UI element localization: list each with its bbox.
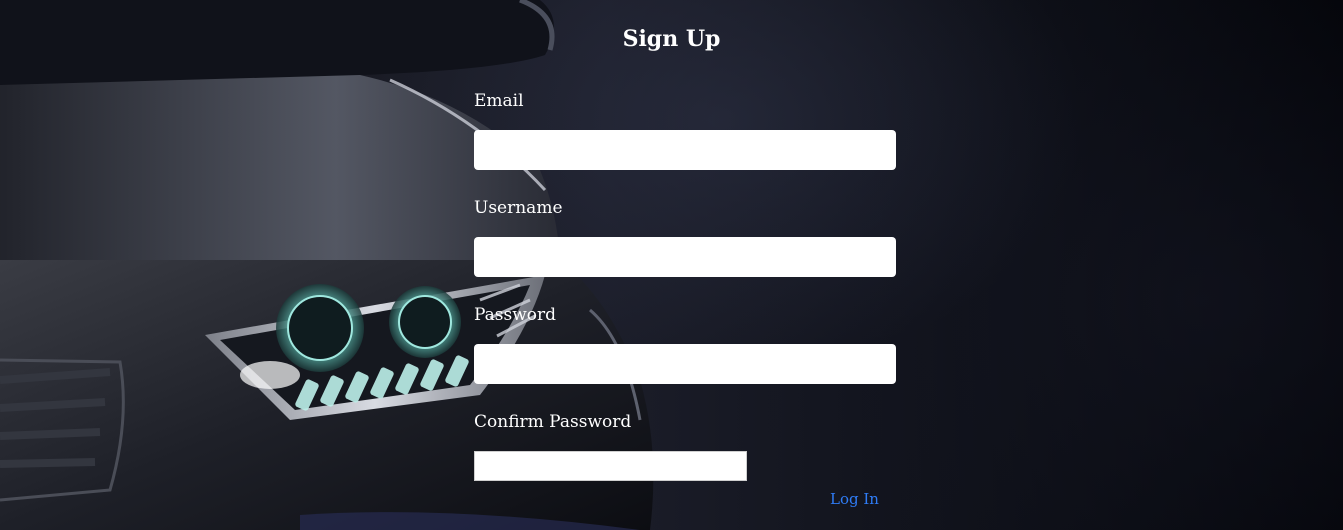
email-label: Email (474, 91, 524, 111)
password-label: Password (474, 305, 557, 325)
username-field[interactable] (474, 237, 896, 277)
confirm-password-field[interactable] (474, 451, 747, 481)
password-field[interactable] (474, 344, 896, 384)
confirm-password-label: Confirm Password (474, 412, 632, 432)
email-field[interactable] (474, 130, 896, 170)
username-label: Username (474, 198, 563, 218)
page-title: Sign Up (622, 26, 721, 52)
signup-page: Sign Up Email Username Password Confirm … (0, 0, 1343, 530)
login-link[interactable]: Log In (830, 490, 879, 508)
